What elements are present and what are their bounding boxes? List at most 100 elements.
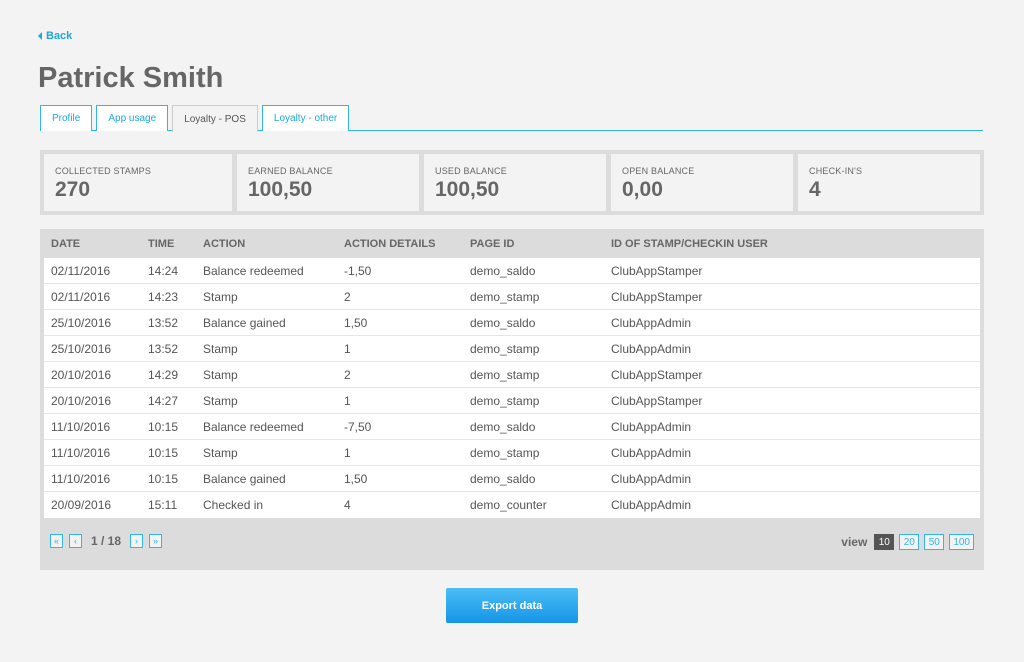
page-info: 1 / 18 xyxy=(91,534,122,548)
view-100-button[interactable]: 100 xyxy=(949,534,974,550)
back-link[interactable]: Back xyxy=(38,30,72,42)
stat-value: 4 xyxy=(809,178,821,201)
table-row[interactable]: 20/10/2016 14:29 Stamp 2 demo_stamp ClubAppSt… xyxy=(44,362,980,388)
cell-action-details: 2 xyxy=(344,290,351,304)
cell-time: 13:52 xyxy=(148,342,179,356)
pagination: « ‹ 1 / 18 › » xyxy=(50,534,163,548)
stat-label: OPEN BALANCE xyxy=(622,166,695,176)
cell-action-details: 1,50 xyxy=(344,316,368,330)
cell-date: 20/10/2016 xyxy=(51,368,112,382)
cell-date: 20/09/2016 xyxy=(51,498,112,512)
table-row[interactable]: 11/10/2016 10:15 Balance gained 1,50 demo_sa… xyxy=(44,466,980,492)
table-row[interactable]: 25/10/2016 13:52 Stamp 1 demo_stamp ClubAppAd… xyxy=(44,336,980,362)
cell-date: 11/10/2016 xyxy=(51,446,111,460)
stat-value: 270 xyxy=(55,178,91,201)
stat-value: 100,50 xyxy=(435,178,500,201)
table-row[interactable]: 02/11/2016 14:23 Stamp 2 demo_stamp ClubAppSt… xyxy=(44,284,980,310)
table-row[interactable]: 11/10/2016 10:15 Stamp 1 demo_stamp ClubAppAd… xyxy=(44,440,980,466)
table-row[interactable]: 25/10/2016 13:52 Balance gained 1,50 demo_sa… xyxy=(44,310,980,336)
table-row[interactable]: 20/09/2016 15:11 Checked in 4 demo_counter Cl… xyxy=(44,492,980,518)
cell-date: 25/10/2016 xyxy=(51,342,112,356)
back-label: Back xyxy=(46,30,73,42)
cell-action: Balance gained xyxy=(203,316,286,330)
cell-action-details: 1 xyxy=(344,446,351,460)
stat-label: CHECK-IN'S xyxy=(809,166,863,176)
cell-page-id: demo_stamp xyxy=(470,394,540,408)
cell-action-details: -1,50 xyxy=(344,264,372,278)
page-title: Patrick Smith xyxy=(38,62,224,94)
cell-time: 10:15 xyxy=(148,420,179,434)
stat-earned-balance: EARNED BALANCE 100,50 xyxy=(237,154,419,211)
cell-time: 10:15 xyxy=(148,472,179,486)
cell-page-id: demo_saldo xyxy=(470,316,536,330)
cell-page-id: demo_stamp xyxy=(470,290,540,304)
stat-used-balance: USED BALANCE 100,50 xyxy=(424,154,606,211)
stat-check-ins: CHECK-IN'S 4 xyxy=(798,154,980,211)
cell-time: 14:29 xyxy=(148,368,179,382)
cell-page-id: demo_stamp xyxy=(470,342,540,356)
cell-user-id: ClubAppStamper xyxy=(611,394,703,408)
cell-action: Stamp xyxy=(203,394,238,408)
cell-time: 15:11 xyxy=(148,498,178,512)
cell-action-details: 1 xyxy=(344,342,351,356)
stat-label: USED BALANCE xyxy=(435,166,507,176)
cell-user-id: ClubAppAdmin xyxy=(611,420,692,434)
cell-page-id: demo_stamp xyxy=(470,446,540,460)
cell-action: Balance gained xyxy=(203,472,286,486)
loyalty-table-panel: DATE TIME ACTION ACTION DETAILS PAGE ID … xyxy=(40,229,984,570)
view-20-button[interactable]: 20 xyxy=(899,534,920,550)
next-page-button[interactable]: › xyxy=(130,534,144,548)
cell-action: Stamp xyxy=(203,290,238,304)
cell-user-id: ClubAppStamper xyxy=(611,264,703,278)
table-row[interactable]: 11/10/2016 10:15 Balance redeemed -7,50 demo… xyxy=(44,414,980,440)
cell-date: 02/11/2016 xyxy=(51,290,111,304)
cell-date: 11/10/2016 xyxy=(51,420,111,434)
table-header: DATE TIME ACTION ACTION DETAILS PAGE ID … xyxy=(40,229,984,258)
prev-page-button[interactable]: ‹ xyxy=(69,534,82,548)
cell-time: 10:15 xyxy=(148,446,179,460)
cell-user-id: ClubAppAdmin xyxy=(611,316,692,330)
export-data-button[interactable]: Export data xyxy=(446,588,578,623)
table-row[interactable]: 02/11/2016 14:24 Balance redeemed -1,50 demo… xyxy=(44,258,980,284)
header-action[interactable]: ACTION xyxy=(203,238,245,250)
stats-bar: COLLECTED STAMPS 270 EARNED BALANCE 100,… xyxy=(40,150,984,215)
header-time[interactable]: TIME xyxy=(148,238,174,250)
tab-loyalty-other[interactable]: Loyalty - other xyxy=(261,105,350,131)
cell-action-details: 1 xyxy=(344,394,351,408)
stat-label: EARNED BALANCE xyxy=(248,166,333,176)
cell-user-id: ClubAppAdmin xyxy=(611,342,692,356)
header-user-id[interactable]: ID OF STAMP/CHECKIN USER xyxy=(611,238,768,250)
table-body: 02/11/2016 14:24 Balance redeemed -1,50 demo… xyxy=(44,258,980,518)
first-page-button[interactable]: « xyxy=(50,534,63,548)
cell-page-id: demo_saldo xyxy=(470,264,536,278)
view-10-button[interactable]: 10 xyxy=(874,534,895,550)
cell-action-details: 4 xyxy=(344,498,351,512)
cell-action-details: -7,50 xyxy=(344,420,372,434)
tab-loyalty-pos[interactable]: Loyalty - POS xyxy=(172,105,258,132)
cell-page-id: demo_saldo xyxy=(470,472,536,486)
view-label: view xyxy=(841,535,868,549)
chevron-left-icon xyxy=(38,32,42,40)
cell-action-details: 2 xyxy=(344,368,351,382)
cell-date: 20/10/2016 xyxy=(51,394,112,408)
tab-profile[interactable]: Profile xyxy=(40,105,93,131)
last-page-button[interactable]: » xyxy=(149,534,163,548)
cell-action: Balance redeemed xyxy=(203,264,304,278)
tab-app-usage[interactable]: App usage xyxy=(96,105,169,131)
cell-time: 14:23 xyxy=(148,290,179,304)
cell-action: Stamp xyxy=(203,446,238,460)
tab-bar: Profile App usage Loyalty - POS Loyalty … xyxy=(40,105,983,132)
stat-value: 0,00 xyxy=(622,178,663,201)
table-row[interactable]: 20/10/2016 14:27 Stamp 1 demo_stamp ClubAppSt… xyxy=(44,388,980,414)
cell-action: Stamp xyxy=(203,368,238,382)
cell-time: 14:27 xyxy=(148,394,179,408)
header-page-id[interactable]: PAGE ID xyxy=(470,238,514,250)
stat-value: 100,50 xyxy=(248,178,313,201)
header-date[interactable]: DATE xyxy=(51,238,80,250)
cell-page-id: demo_counter xyxy=(470,498,547,512)
cell-user-id: ClubAppAdmin xyxy=(611,498,692,512)
cell-date: 11/10/2016 xyxy=(51,472,111,486)
header-action-details[interactable]: ACTION DETAILS xyxy=(344,238,435,250)
cell-user-id: ClubAppStamper xyxy=(611,368,703,382)
view-50-button[interactable]: 50 xyxy=(924,534,945,550)
